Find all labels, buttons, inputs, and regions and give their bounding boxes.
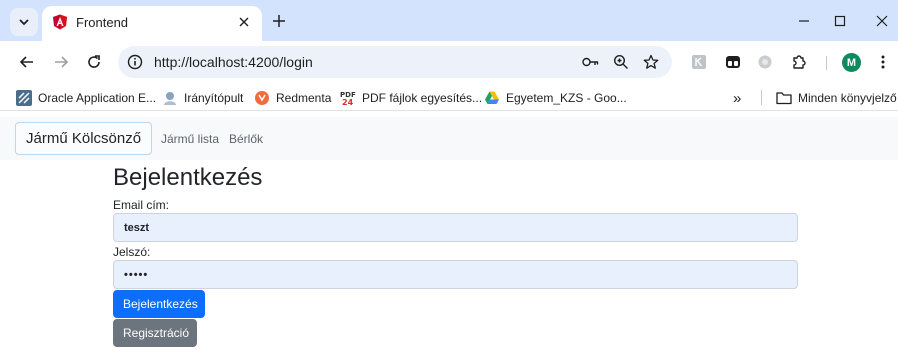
bookmark-google-drive[interactable]: Egyetem_KZS - Goo... [484, 89, 627, 107]
password-key-icon[interactable] [582, 53, 600, 71]
login-button[interactable]: Bejelentkezés [113, 290, 205, 318]
bookmark-star-icon[interactable] [642, 53, 660, 71]
url-text[interactable]: http://localhost:4200/login [154, 54, 313, 70]
bookmark-dashboard[interactable]: Irányítópult [162, 89, 243, 107]
close-tab-icon[interactable] [236, 14, 252, 30]
tab-title: Frontend [76, 15, 129, 30]
new-tab-icon[interactable] [270, 12, 288, 30]
email-label: Email cím: [113, 198, 170, 212]
reload-icon[interactable] [84, 52, 104, 72]
bookmark-pdf[interactable]: PDF 24 PDF fájlok egyesítés... [340, 89, 482, 107]
app-navbar: Jármű Kölcsönző Jármű lista Bérlők [0, 117, 898, 160]
page-title: Bejelentkezés [113, 164, 263, 191]
profile-avatar[interactable]: M [842, 53, 861, 72]
bookmark-label: PDF fájlok egyesítés... [362, 91, 483, 105]
tab-strip: Frontend [0, 0, 898, 41]
zoom-icon[interactable] [612, 53, 630, 71]
password-field[interactable] [113, 260, 798, 289]
tab-search-button[interactable] [10, 8, 38, 36]
bookmark-redmenta[interactable]: Redmenta [254, 89, 331, 107]
bookmark-label: Egyetem_KZS - Goo... [506, 91, 627, 105]
bookmarks-overflow-button[interactable]: » [733, 89, 741, 107]
extension-circle-icon[interactable] [756, 53, 774, 71]
more-menu-icon[interactable] [874, 53, 892, 71]
site-info-icon[interactable] [126, 53, 144, 71]
all-bookmarks-label: Minden könyvjelző [798, 91, 897, 105]
email-field[interactable] [113, 213, 798, 242]
bookmarks-bar: Oracle Application E... Irányítópult Red… [0, 83, 898, 111]
address-bar[interactable]: http://localhost:4200/login [118, 46, 672, 78]
forward-icon[interactable] [51, 52, 71, 72]
pdf-icon: PDF 24 [340, 90, 356, 106]
register-button[interactable]: Regisztráció [113, 319, 197, 347]
extension-k-icon[interactable] [690, 53, 708, 71]
chevron-down-icon [19, 19, 29, 26]
google-drive-icon [484, 90, 500, 106]
oracle-icon [16, 90, 32, 106]
nav-link-vehicle-list[interactable]: Jármű lista [161, 132, 219, 146]
angular-icon [53, 14, 67, 30]
redmenta-icon [254, 90, 270, 106]
bookmark-label: Oracle Application E... [38, 91, 157, 105]
browser-toolbar: http://localhost:4200/login M [0, 41, 898, 83]
extension-tab-icon[interactable] [724, 53, 742, 71]
navbar-brand[interactable]: Jármű Kölcsönző [15, 122, 153, 155]
nav-link-renters[interactable]: Bérlők [229, 132, 263, 146]
extensions-puzzle-icon[interactable] [790, 53, 808, 71]
active-tab[interactable]: Frontend [42, 6, 262, 41]
folder-icon [776, 90, 792, 106]
password-label: Jelszó: [113, 245, 151, 259]
maximize-icon[interactable] [831, 12, 849, 30]
dashboard-icon [162, 90, 178, 106]
svg-text:24: 24 [342, 98, 354, 106]
bookmark-oracle[interactable]: Oracle Application E... [16, 89, 156, 107]
minimize-icon[interactable] [795, 12, 813, 30]
bookmarks-separator [761, 90, 762, 105]
bookmark-label: Redmenta [276, 91, 332, 105]
all-bookmarks-button[interactable]: Minden könyvjelző [776, 89, 897, 107]
bookmark-label: Irányítópult [184, 91, 244, 105]
close-window-icon[interactable] [873, 12, 891, 30]
back-icon[interactable] [17, 52, 37, 72]
toolbar-separator [826, 56, 827, 70]
